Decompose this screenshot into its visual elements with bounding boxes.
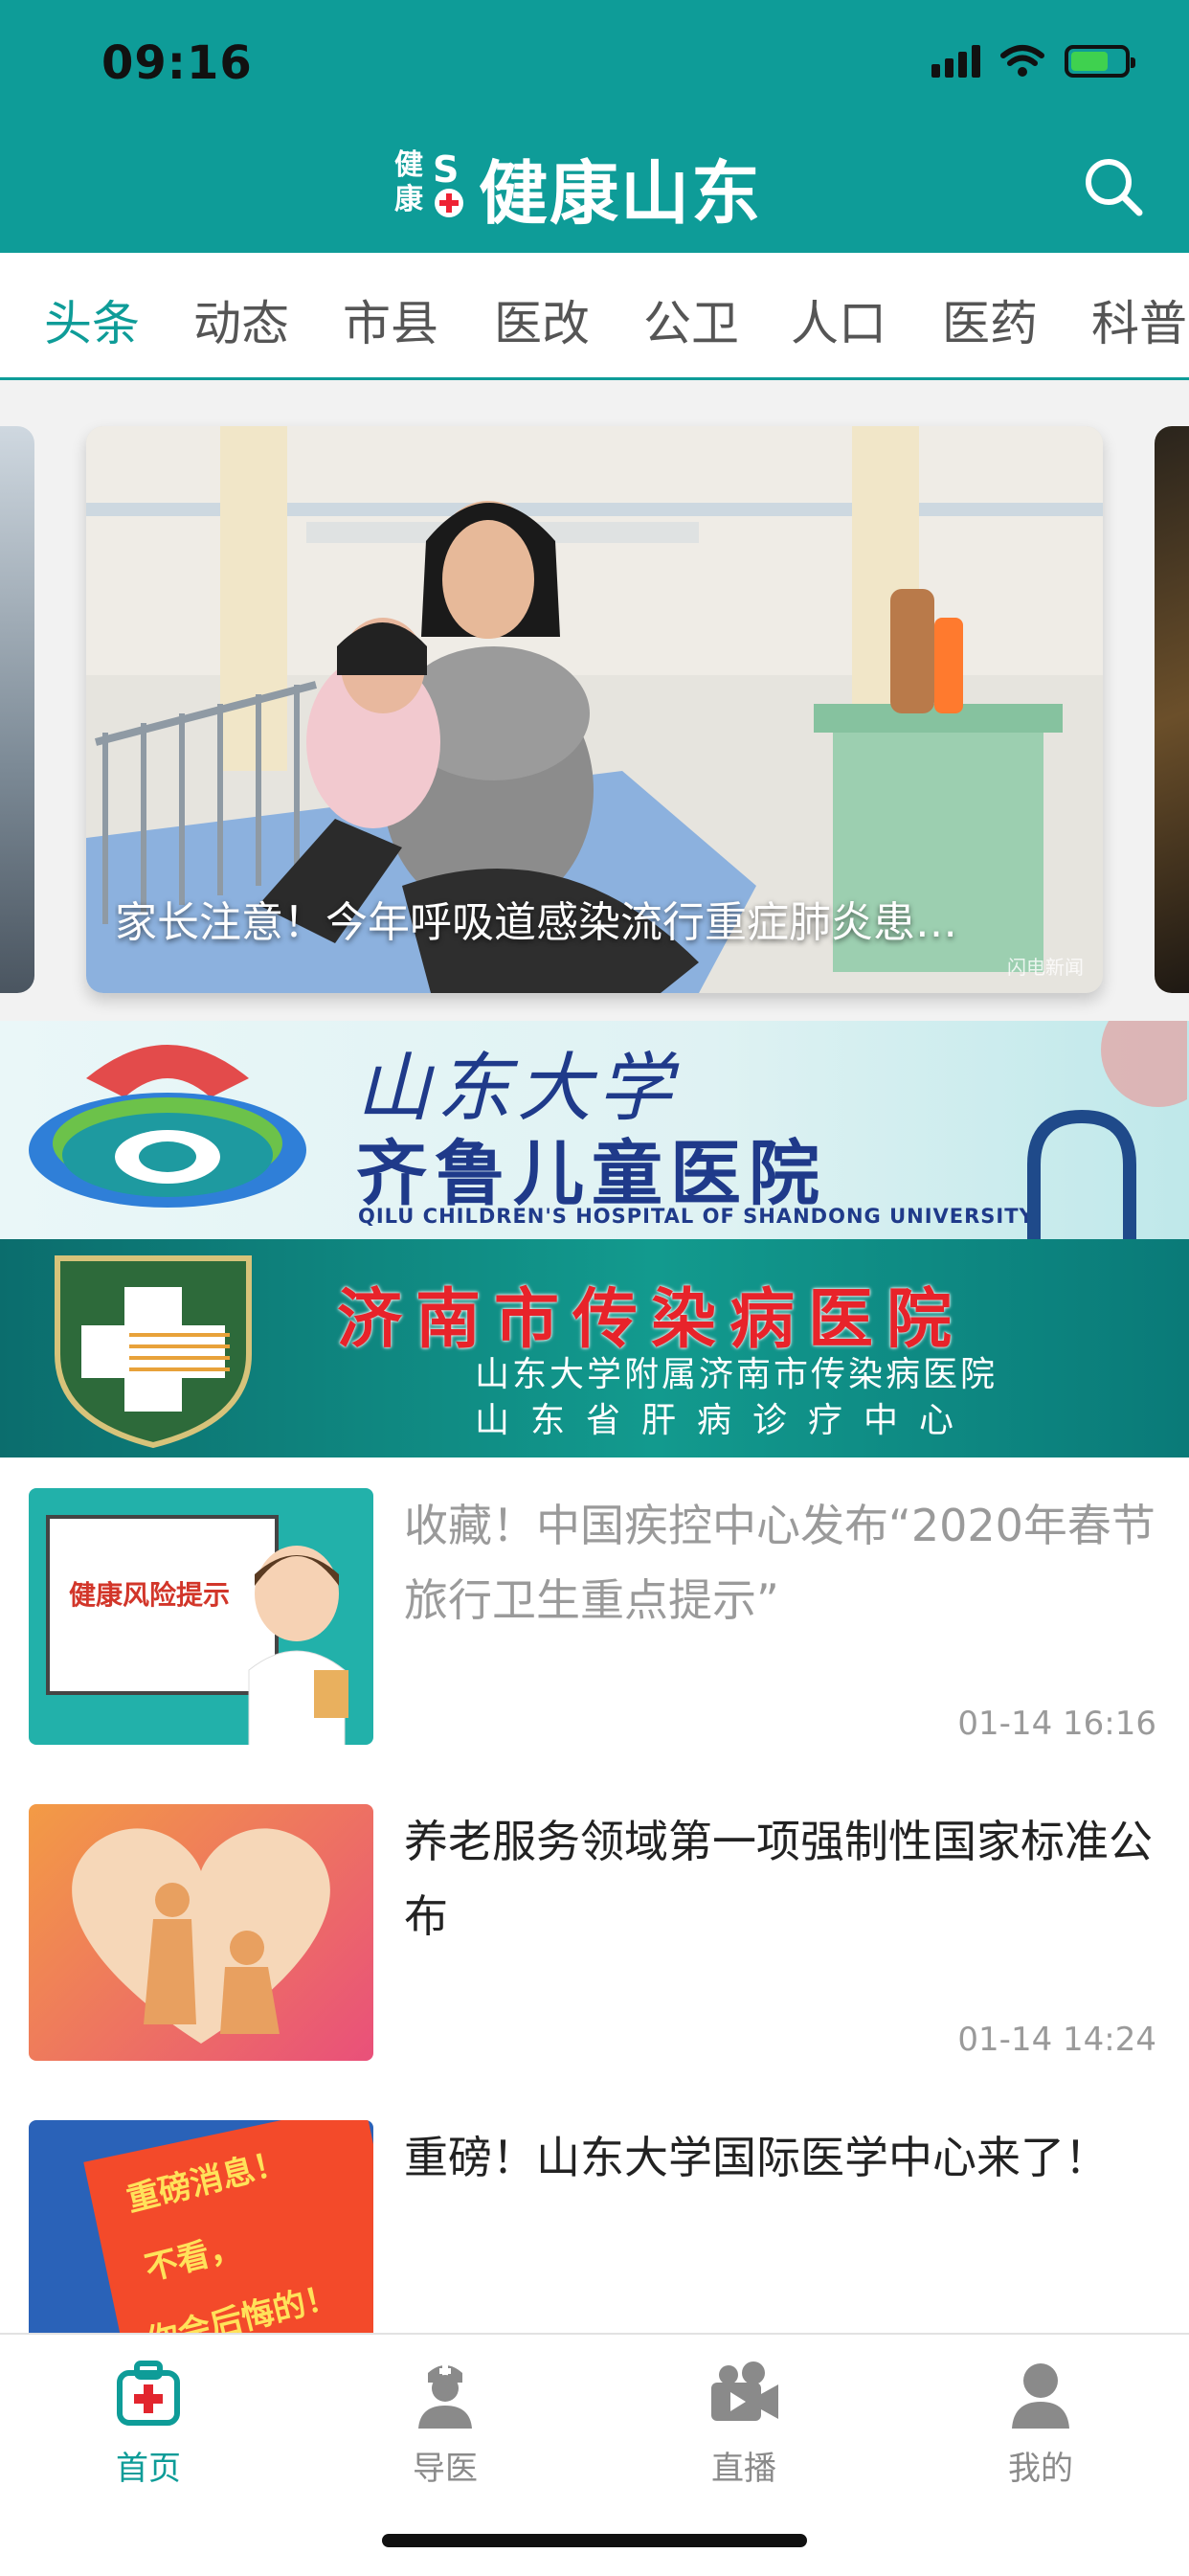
user-icon bbox=[1012, 2363, 1069, 2429]
tabbar-label: 直播 bbox=[711, 2450, 776, 2488]
status-time: 09:16 bbox=[101, 36, 253, 90]
jinan-infectious-hospital-banner[interactable]: 济南市传染病医院 山东大学附属济南市传染病医院 山东省肝病诊疗中心 bbox=[0, 1239, 1189, 1457]
medical-kit-icon bbox=[117, 2361, 180, 2426]
tab-headlines[interactable]: 头条 bbox=[44, 285, 140, 354]
shield-cross-icon bbox=[55, 1255, 252, 1449]
tab-population[interactable]: 人口 bbox=[791, 285, 886, 354]
video-camera-icon bbox=[711, 2361, 778, 2421]
news-title: 收藏！中国疾控中心发布“2020年春节旅行卫生重点提示” bbox=[404, 1500, 1155, 1626]
category-tabs: 头条 动态 市县 医改 公卫 人口 医药 科普 bbox=[0, 253, 1189, 380]
headline-carousel[interactable]: 家长注意！今年呼吸道感染流行重症肺炎患… 闪电新闻 bbox=[0, 380, 1189, 1020]
thumb-text: 健康风险提示 bbox=[69, 1579, 231, 1611]
news-title: 重磅！山东大学国际医学中心来了！ bbox=[404, 2132, 1109, 2183]
tabbar-me[interactable]: 我的 bbox=[945, 2354, 1136, 2489]
app-header: 09:16 健康 S 健康山东 bbox=[0, 0, 1189, 253]
tab-public-health[interactable]: 公卫 bbox=[643, 285, 739, 354]
status-icons bbox=[931, 42, 1135, 80]
news-time: 01-14 14:24 bbox=[957, 2021, 1156, 2059]
carousel-next-slide[interactable] bbox=[1155, 426, 1189, 993]
news-thumbnail bbox=[29, 1804, 373, 2061]
app-logo: 健康 S 健康山东 bbox=[394, 144, 762, 234]
search-icon[interactable] bbox=[1082, 155, 1145, 218]
banner-subtitle-1: 山东大学附属济南市传染病医院 bbox=[475, 1355, 998, 1394]
home-indicator[interactable] bbox=[382, 2534, 807, 2547]
stethoscope-icon bbox=[1027, 1021, 1187, 1239]
hospital-name: 齐鲁儿童医院 bbox=[356, 1133, 827, 1215]
carousel-caption: 家长注意！今年呼吸道感染流行重症肺炎患… bbox=[115, 898, 957, 947]
wifi-icon bbox=[1000, 45, 1044, 77]
nurse-icon bbox=[418, 2365, 472, 2429]
heart-elderly-icon bbox=[72, 1828, 330, 2044]
news-title: 养老服务领域第一项强制性国家标准公布 bbox=[404, 1816, 1153, 1942]
tab-medicine[interactable]: 医药 bbox=[942, 285, 1038, 354]
logo-mark-text: 健康 bbox=[394, 148, 423, 216]
news-item[interactable]: 养老服务领域第一项强制性国家标准公布 01-14 14:24 bbox=[0, 1774, 1189, 2091]
logo-mark-letter: S bbox=[433, 148, 460, 191]
news-time: 01-14 16:16 bbox=[957, 1705, 1156, 1743]
red-cross-icon bbox=[435, 189, 463, 217]
tabbar-label: 首页 bbox=[116, 2450, 181, 2488]
qilu-hospital-banner[interactable]: 山东大学 齐鲁儿童医院 QILU CHILDREN'S HOSPITAL OF … bbox=[0, 1021, 1189, 1239]
battery-icon bbox=[1065, 45, 1135, 78]
tabbar-label: 导医 bbox=[413, 2450, 478, 2488]
signal-icon bbox=[931, 45, 980, 78]
banner-subtitle-2: 山东省肝病诊疗中心 bbox=[475, 1401, 976, 1440]
tab-reform[interactable]: 医改 bbox=[494, 285, 590, 354]
doctor-icon bbox=[248, 1546, 348, 1745]
carousel-prev-slide[interactable] bbox=[0, 426, 34, 993]
tab-cities[interactable]: 市县 bbox=[343, 285, 438, 354]
carousel-slide[interactable]: 家长注意！今年呼吸道感染流行重症肺炎患… 闪电新闻 bbox=[86, 426, 1103, 993]
hospital-logo-icon bbox=[29, 1045, 306, 1208]
logo-mark: 健康 S bbox=[394, 148, 467, 225]
news-thumbnail: 健康风险提示 bbox=[29, 1488, 373, 1745]
news-item[interactable]: 健康风险提示 收藏！中国疾控中心发布“2020年春节旅行卫生重点提示” 01-1… bbox=[0, 1457, 1189, 1775]
tabbar-guide[interactable]: 导医 bbox=[349, 2354, 541, 2489]
tabbar-home[interactable]: 首页 bbox=[53, 2354, 244, 2489]
tabbar-label: 我的 bbox=[1008, 2450, 1073, 2488]
hospital-english-name: QILU CHILDREN'S HOSPITAL OF SHANDONG UNI… bbox=[358, 1205, 1035, 1228]
tabbar-live[interactable]: 直播 bbox=[648, 2354, 840, 2489]
watermark: 闪电新闻 bbox=[1007, 956, 1084, 979]
tab-science[interactable]: 科普 bbox=[1091, 285, 1187, 354]
tab-news[interactable]: 动态 bbox=[193, 285, 289, 354]
app-title: 健康山东 bbox=[479, 152, 763, 234]
